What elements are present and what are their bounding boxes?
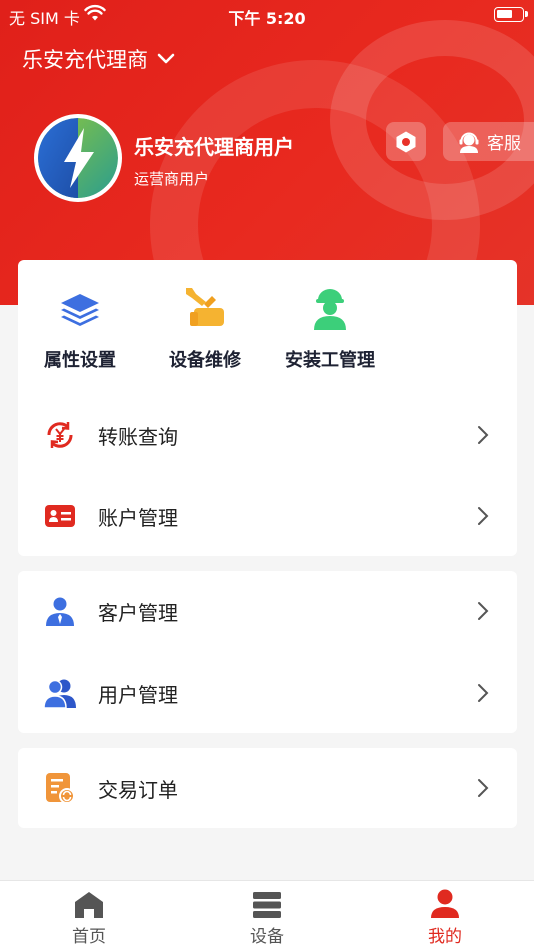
quick-action-label: 安装工管理 xyxy=(285,350,375,371)
user-role: 运营商用户 xyxy=(134,170,210,188)
service-label: 客服 xyxy=(487,134,521,154)
quick-action-label: 属性设置 xyxy=(44,350,116,371)
customer-service-button[interactable]: 客服 xyxy=(443,122,534,161)
quick-action-label: 设备维修 xyxy=(169,350,241,371)
chevron-right-icon xyxy=(478,426,489,444)
menu-row-user-management[interactable]: 用户管理 xyxy=(18,653,517,733)
device-repair-button[interactable]: 设备维修 xyxy=(140,284,270,372)
status-bar: 无 SIM 卡 下午 5:20 xyxy=(0,0,534,30)
repair-wrench-icon xyxy=(186,288,224,326)
avatar[interactable] xyxy=(34,114,122,202)
tab-devices[interactable]: 设备 xyxy=(207,889,327,947)
menu-row-customer-management[interactable]: 客户管理 xyxy=(18,571,517,651)
tab-label: 首页 xyxy=(72,927,106,947)
tab-label: 我的 xyxy=(428,927,462,947)
menu-label: 用户管理 xyxy=(98,682,178,707)
page-title: 乐安充代理商 xyxy=(22,48,148,72)
home-icon xyxy=(75,892,103,918)
tab-home[interactable]: 首页 xyxy=(29,889,149,947)
chevron-right-icon xyxy=(478,684,489,702)
menu-row-transfer-query[interactable]: 转账查询 xyxy=(18,395,517,475)
tab-mine[interactable]: 我的 xyxy=(385,889,505,947)
agent-switcher[interactable]: 乐安充代理商 xyxy=(22,44,176,74)
battery-icon xyxy=(494,7,528,22)
quick-actions-card: 属性设置 设备维修 安装工管理 转账查询 账户管理 xyxy=(18,260,517,556)
layers-icon xyxy=(61,294,99,326)
attribute-settings-button[interactable]: 属性设置 xyxy=(15,284,145,372)
chevron-down-icon xyxy=(157,53,175,64)
worker-icon xyxy=(314,289,346,330)
orders-card: 交易订单 xyxy=(18,748,517,828)
settings-button[interactable] xyxy=(386,122,426,161)
profile-icon xyxy=(431,889,459,918)
customer-icon xyxy=(46,597,74,626)
menu-row-account-management[interactable]: 账户管理 xyxy=(18,476,517,556)
order-list-icon xyxy=(46,773,75,804)
tab-label: 设备 xyxy=(250,927,284,947)
menu-label: 账户管理 xyxy=(98,505,178,530)
bottom-tab-bar: 首页 设备 我的 xyxy=(0,880,534,950)
id-card-icon xyxy=(45,505,75,527)
installer-management-button[interactable]: 安装工管理 xyxy=(265,284,395,372)
settings-hex-icon xyxy=(396,131,416,152)
yuan-transfer-icon xyxy=(47,422,73,448)
headset-agent-icon xyxy=(459,132,479,153)
menu-label: 交易订单 xyxy=(98,777,178,802)
server-icon xyxy=(253,892,281,918)
chevron-right-icon xyxy=(478,507,489,525)
clock: 下午 5:20 xyxy=(228,9,306,28)
menu-label: 客户管理 xyxy=(98,600,178,625)
chevron-right-icon xyxy=(478,602,489,620)
management-card: 客户管理 用户管理 xyxy=(18,571,517,733)
user-name: 乐安充代理商用户 xyxy=(134,135,294,159)
menu-row-transaction-orders[interactable]: 交易订单 xyxy=(18,748,517,828)
users-icon xyxy=(44,679,76,708)
chevron-right-icon xyxy=(478,779,489,797)
menu-label: 转账查询 xyxy=(98,424,178,449)
